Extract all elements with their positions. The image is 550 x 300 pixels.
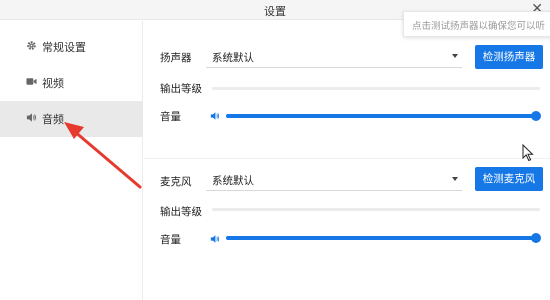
- slider-track-fill: [226, 236, 536, 240]
- microphone-label: 麦克风: [160, 176, 192, 188]
- microphone-device-value: 系统默认: [212, 175, 254, 187]
- settings-sidebar: 常规设置 视频 音频: [0, 21, 143, 300]
- volume-icon: [210, 235, 220, 243]
- slider-handle[interactable]: [531, 111, 541, 121]
- gear-icon: [27, 41, 36, 50]
- speaker-volume-slider[interactable]: [226, 111, 541, 121]
- sidebar-item-label: 视频: [42, 77, 64, 90]
- slider-handle[interactable]: [531, 233, 541, 243]
- section-divider: [144, 158, 550, 159]
- slider-track-fill: [226, 114, 536, 118]
- sidebar-item-video[interactable]: 视频: [0, 65, 143, 101]
- speaker-label: 扬声器: [160, 52, 192, 64]
- chevron-down-icon: [452, 54, 458, 58]
- speaker-icon: [26, 113, 36, 122]
- speaker-level-meter: [212, 87, 540, 90]
- test-speaker-button[interactable]: 检测扬声器: [475, 45, 543, 69]
- speaker-volume-label: 音量: [160, 111, 181, 123]
- microphone-level-meter: [212, 208, 540, 211]
- tooltip-toast: 点击测试扬声器以确保您可以听: [403, 11, 550, 37]
- sidebar-item-label: 音频: [42, 113, 64, 126]
- microphone-volume-slider[interactable]: [226, 233, 541, 243]
- speaker-level-label: 输出等级: [160, 83, 202, 95]
- microphone-level-label: 输出等级: [160, 206, 202, 218]
- sidebar-item-label: 常规设置: [42, 41, 86, 54]
- toast-text: 点击测试扬声器以确保您可以听: [412, 21, 546, 32]
- sidebar-item-general[interactable]: 常规设置: [0, 29, 143, 65]
- audio-settings-panel: 扬声器 系统默认 检测扬声器 输出等级 音量 麦克风 系统默认 检测麦克风 输出…: [144, 21, 550, 300]
- test-microphone-button[interactable]: 检测麦克风: [475, 167, 543, 191]
- speaker-device-value: 系统默认: [212, 52, 254, 64]
- video-camera-icon: [26, 78, 37, 85]
- microphone-device-select[interactable]: 系统默认: [206, 169, 462, 191]
- settings-window: 设置 ✕ 常规设置 视频 音频 扬声器 系统默认 检测扬声器 输出等级 音量 麦…: [0, 0, 550, 300]
- sidebar-item-audio[interactable]: 音频: [0, 101, 143, 137]
- microphone-volume-label: 音量: [160, 234, 181, 246]
- chevron-down-icon: [452, 177, 458, 181]
- volume-icon: [210, 112, 220, 120]
- speaker-device-select[interactable]: 系统默认: [206, 46, 462, 68]
- mouse-pointer-icon: [522, 144, 534, 162]
